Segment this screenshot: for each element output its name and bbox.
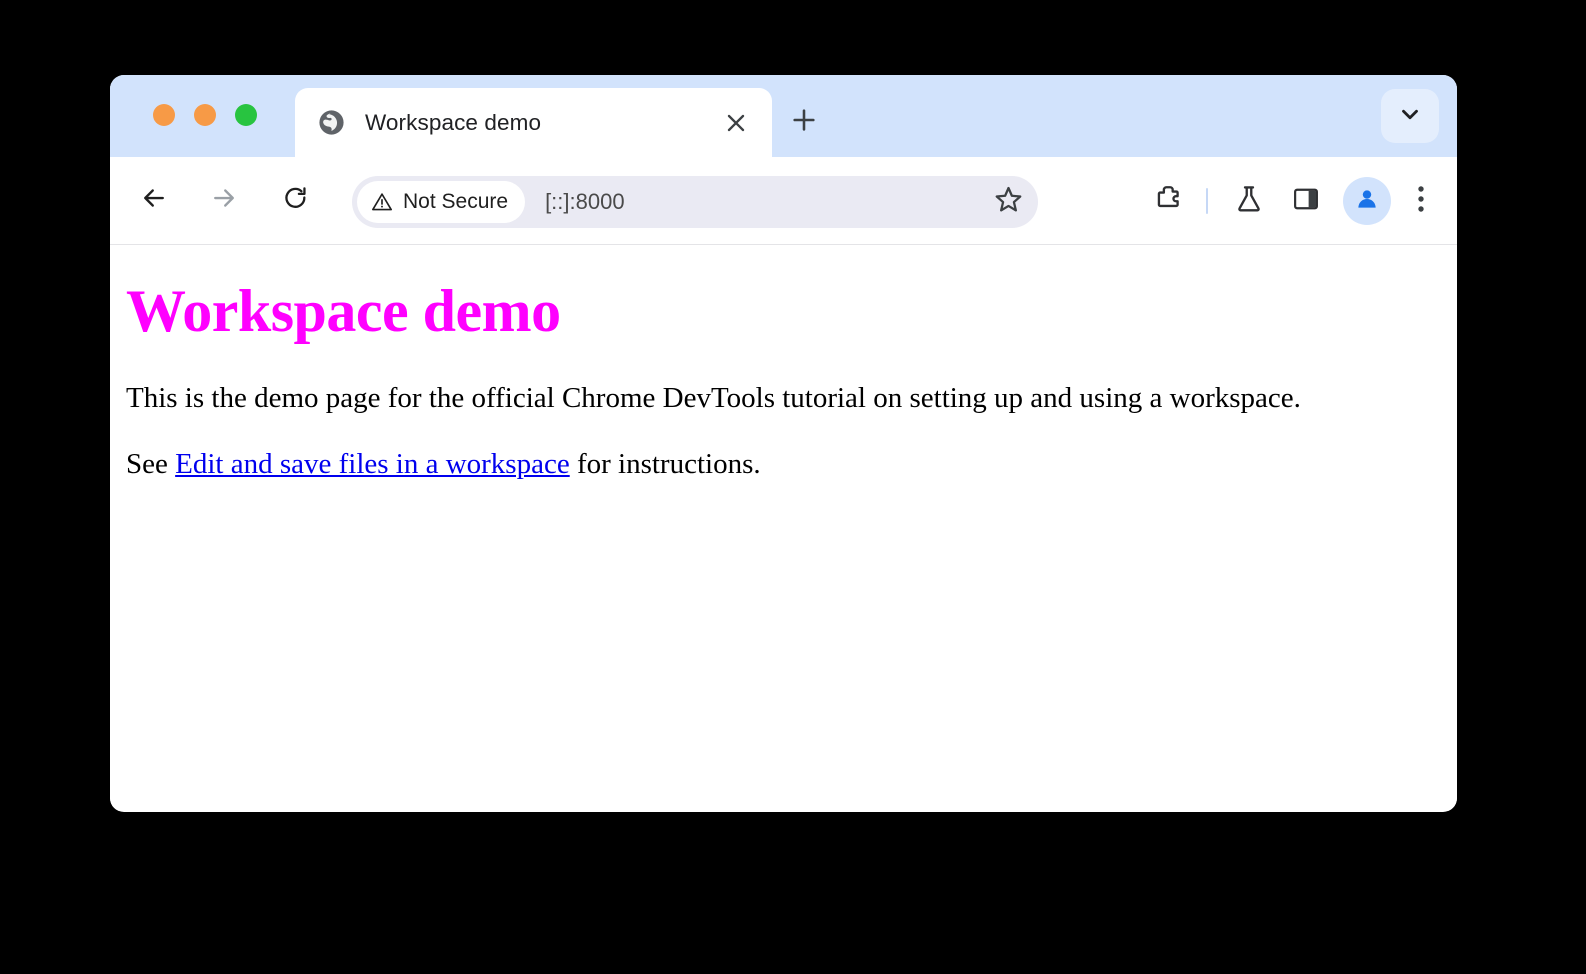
warning-triangle-icon [371, 191, 393, 213]
page-paragraph-instructions: See Edit and save files in a workspace f… [126, 447, 1441, 481]
window-close-button[interactable] [153, 104, 175, 126]
address-bar-url[interactable]: [::]:8000 [545, 189, 984, 215]
kebab-menu-icon [1417, 184, 1425, 219]
person-icon [1353, 185, 1381, 218]
reload-button[interactable] [271, 177, 319, 225]
puzzle-icon [1152, 183, 1184, 220]
browser-tab-active[interactable]: Workspace demo [295, 88, 772, 157]
paragraph-prefix-text: See [126, 448, 175, 480]
browser-toolbar: Not Secure [::]:8000 [110, 157, 1457, 245]
flask-icon [1233, 183, 1265, 220]
window-maximize-button[interactable] [235, 104, 257, 126]
tab-strip: Workspace demo [110, 75, 1457, 157]
labs-button[interactable] [1222, 174, 1276, 228]
chrome-menu-button[interactable] [1399, 174, 1443, 228]
forward-button[interactable] [200, 177, 248, 225]
back-button[interactable] [130, 177, 178, 225]
paragraph-suffix-text: for instructions. [570, 448, 761, 480]
window-minimize-button[interactable] [194, 104, 216, 126]
toolbar-separator [1206, 188, 1208, 214]
reload-icon [281, 184, 310, 218]
side-panel-button[interactable] [1279, 174, 1333, 228]
tab-title: Workspace demo [365, 110, 716, 136]
arrow-right-icon [209, 183, 239, 218]
tab-search-button[interactable] [1381, 89, 1439, 143]
new-tab-button[interactable] [781, 99, 827, 145]
bookmark-button[interactable] [984, 178, 1032, 226]
arrow-left-icon [139, 183, 169, 218]
security-status-chip[interactable]: Not Secure [357, 181, 525, 223]
security-status-label: Not Secure [403, 190, 508, 214]
star-icon [993, 184, 1024, 220]
profile-button[interactable] [1343, 177, 1391, 225]
extensions-button[interactable] [1141, 174, 1195, 228]
page-viewport: Workspace demo This is the demo page for… [110, 245, 1457, 811]
page-title: Workspace demo [126, 245, 1441, 343]
browser-window: Workspace demo [110, 75, 1457, 812]
workspace-tutorial-link[interactable]: Edit and save files in a workspace [175, 448, 570, 480]
window-traffic-lights [153, 104, 257, 126]
omnibox[interactable]: Not Secure [::]:8000 [352, 176, 1038, 228]
close-icon[interactable] [716, 103, 756, 143]
plus-icon [790, 106, 818, 139]
page-paragraph-intro: This is the demo page for the official C… [126, 381, 1441, 415]
side-panel-icon [1291, 184, 1321, 219]
globe-icon [317, 108, 346, 137]
chevron-down-icon [1397, 101, 1423, 132]
toolbar-actions [1138, 174, 1443, 228]
